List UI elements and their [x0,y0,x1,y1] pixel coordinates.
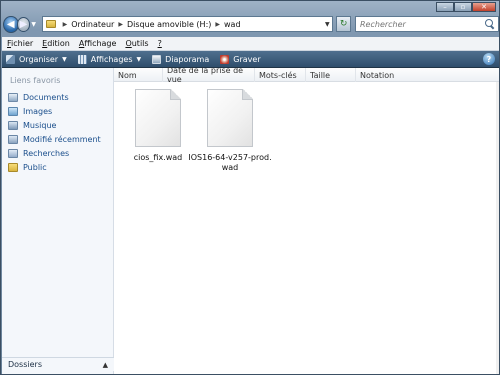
arrow-right-icon: ▶ [19,18,28,30]
favorites-heading: Liens favoris [10,76,61,85]
column-tags[interactable]: Mots-clés [255,68,306,82]
nav-link-music[interactable]: Musique [2,118,113,132]
organize-label: Organiser [19,54,59,64]
column-name[interactable]: Nom [114,68,163,82]
chevron-right-icon[interactable]: ▶ [118,21,123,28]
file-name: IOS16-64-v257-prod.wad [188,153,272,172]
breadcrumb-folder[interactable]: wad [224,20,241,29]
folder-icon [45,20,56,28]
views-button[interactable]: Affichages ▼ [77,54,142,64]
menu-help-mnemonic: ? [157,39,162,48]
breadcrumb-drive[interactable]: Disque amovible (H:) [127,20,211,29]
nav-link-documents[interactable]: Documents [2,90,113,104]
nav-link-label: Public [23,162,47,172]
chevron-right-icon[interactable]: ▶ [215,21,220,28]
window-controls: – ▫ ✕ [436,2,496,12]
column-size[interactable]: Taille [306,68,356,82]
column-label: Date de la prise de vue [167,66,244,84]
column-header-row: Nom Date de la prise de vue Mots-clés Ta… [114,66,499,84]
views-icon [77,54,87,64]
chevron-up-icon: ▲ [102,360,108,369]
slideshow-icon [152,54,162,64]
chevron-down-icon[interactable]: ▼ [322,21,332,28]
help-icon[interactable]: ? [483,53,495,65]
nav-link-searches[interactable]: Recherches [2,146,113,160]
chevron-right-icon[interactable]: ▶ [63,21,68,28]
folders-label: Dossiers [8,360,42,369]
disc-icon [220,54,230,64]
chevron-down-icon: ▼ [136,55,142,63]
address-bar[interactable]: ▶ Ordinateur ▶ Disque amovible (H:) ▶ wa… [41,16,334,32]
refresh-icon: ↻ [339,19,348,29]
history-dropdown[interactable]: ▼ [31,21,38,28]
column-date-taken[interactable]: Date de la prise de vue [163,66,255,84]
close-button[interactable]: ✕ [472,2,496,12]
file-item[interactable]: IOS16-64-v257-prod.wad [188,89,272,173]
music-icon [8,120,18,130]
file-icon [207,89,253,147]
pictures-icon [8,106,18,116]
search-box[interactable] [355,16,499,32]
burn-button[interactable]: Graver [220,54,261,64]
burn-label: Graver [233,54,261,64]
nav-link-label: Modifié récemment [23,134,101,144]
column-label: Nom [118,70,137,80]
file-icon [135,89,181,147]
menu-tools[interactable]: Outils [125,39,148,48]
organize-button[interactable]: Organiser ▼ [6,54,67,64]
search-input[interactable] [360,19,485,29]
slideshow-label: Diaporama [165,54,210,64]
arrow-left-icon: ◀ [6,18,15,30]
menu-view[interactable]: Affichage [79,39,117,48]
documents-icon [8,92,18,102]
menu-file-label: ichier [11,39,34,48]
minimize-button[interactable]: – [436,2,454,12]
refresh-button[interactable]: ↻ [336,16,351,32]
menu-edit[interactable]: Edition [42,39,70,48]
breadcrumb-computer[interactable]: Ordinateur [71,20,114,29]
nav-link-public[interactable]: Public [2,160,113,174]
menu-bar: Fichier Edition Affichage Outils ? [2,37,499,51]
menu-tools-label: utils [131,39,149,48]
recent-icon [8,134,18,144]
views-label: Affichages [90,54,133,64]
folders-toggle[interactable]: Dossiers ▲ [2,357,114,371]
nav-link-label: Musique [23,120,57,130]
content-area: Liens favoris Documents Images Musique M… [2,66,499,374]
menu-file[interactable]: Fichier [7,39,33,48]
menu-edit-label: dition [47,39,70,48]
search-folder-icon [8,148,18,158]
column-label: Mots-clés [259,70,297,80]
nav-link-images[interactable]: Images [2,104,113,118]
nav-link-label: Images [23,106,53,116]
column-label: Notation [360,70,395,80]
file-list: Nom Date de la prise de vue Mots-clés Ta… [114,66,499,374]
address-row: ◀ ▶ ▼ ▶ Ordinateur ▶ Disque amovible (H:… [3,14,499,34]
explorer-window: – ▫ ✕ ◀ ▶ ▼ ▶ Ordinateur ▶ Disque amovib… [0,0,500,375]
folder-icon [8,162,18,172]
chevron-down-icon: ▼ [62,55,67,63]
nav-link-label: Documents [23,92,69,102]
column-label: Taille [310,70,331,80]
nav-link-recent[interactable]: Modifié récemment [2,132,113,146]
search-icon[interactable] [485,19,495,29]
nav-link-label: Recherches [23,148,70,158]
navigation-pane: Liens favoris Documents Images Musique M… [2,68,114,374]
organize-icon [6,54,15,64]
scrollbar-track[interactable] [496,82,499,374]
slideshow-button[interactable]: Diaporama [152,54,210,64]
column-rating[interactable]: Notation [356,68,499,82]
forward-button[interactable]: ▶ [16,16,31,32]
maximize-button[interactable]: ▫ [454,2,472,12]
menu-view-label: ffichage [84,39,117,48]
menu-help[interactable]: ? [158,39,162,48]
